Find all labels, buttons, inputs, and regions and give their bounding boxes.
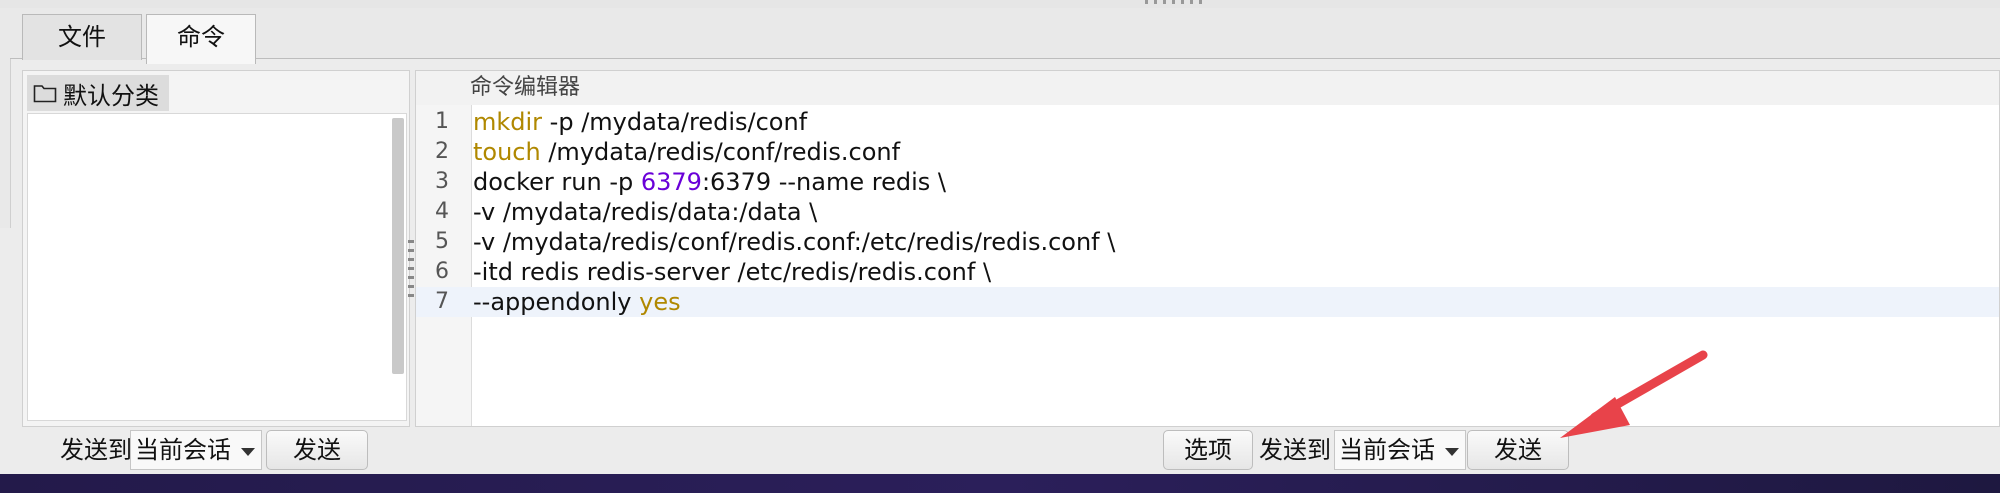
code-text: -v /mydata/redis/conf/redis.conf:/etc/re… bbox=[473, 227, 1115, 257]
text-token: /mydata/redis/conf/redis.conf bbox=[540, 138, 901, 166]
desktop-background bbox=[0, 474, 2000, 493]
code-line[interactable]: 5 -v /mydata/redis/conf/redis.conf:/etc/r… bbox=[416, 227, 1999, 257]
line-number: 2 bbox=[435, 139, 449, 164]
line-number: 3 bbox=[435, 169, 449, 194]
left-target-value: 当前会话 bbox=[135, 436, 231, 464]
chevron-down-icon bbox=[1445, 448, 1459, 456]
keyword-token: touch bbox=[473, 138, 541, 166]
line-number: 5 bbox=[435, 229, 449, 254]
window-top-strip bbox=[0, 0, 2000, 8]
number-token: 6379 bbox=[640, 168, 702, 196]
category-scrollbar[interactable] bbox=[392, 118, 404, 374]
code-line[interactable]: 1 mkdir -p /mydata/redis/conf bbox=[416, 107, 1999, 137]
code-text: touch /mydata/redis/conf/redis.conf bbox=[473, 137, 900, 167]
right-send-to-label: 发送到 bbox=[1259, 436, 1331, 464]
line-number: 7 bbox=[435, 289, 449, 314]
left-target-select[interactable]: 当前会话 bbox=[130, 430, 262, 470]
resize-grip[interactable] bbox=[1145, 0, 1205, 4]
text-token: :6379 --name redis \ bbox=[701, 168, 946, 196]
category-default[interactable]: 默认分类 bbox=[27, 75, 169, 111]
tab-bar: 文件 命令 bbox=[10, 8, 2000, 64]
chevron-down-icon bbox=[241, 448, 255, 456]
text-token: -v /mydata/redis/conf/redis.conf:/etc/re… bbox=[473, 228, 1116, 256]
code-line[interactable]: 7 --appendonly yes bbox=[416, 287, 1999, 317]
right-send-button[interactable]: 发送 bbox=[1467, 430, 1569, 470]
left-send-to-label: 发送到 bbox=[60, 436, 132, 464]
code-text: -itd redis redis-server /etc/redis/redis… bbox=[473, 257, 991, 287]
code-text: mkdir -p /mydata/redis/conf bbox=[473, 107, 807, 137]
code-area[interactable]: 1 mkdir -p /mydata/redis/conf 2 touch /myda… bbox=[416, 107, 1999, 317]
category-list[interactable] bbox=[27, 113, 407, 421]
text-token: docker run -p bbox=[473, 168, 641, 196]
category-panel: 默认分类 bbox=[22, 70, 410, 427]
code-line[interactable]: 4 -v /mydata/redis/data:/data \ bbox=[416, 197, 1999, 227]
right-target-value: 当前会话 bbox=[1339, 436, 1435, 464]
editor-title: 命令编辑器 bbox=[416, 71, 1999, 105]
code-text: -v /mydata/redis/data:/data \ bbox=[473, 197, 817, 227]
line-number: 1 bbox=[435, 109, 449, 134]
code-line[interactable]: 6 -itd redis redis-server /etc/redis/redi… bbox=[416, 257, 1999, 287]
right-target-select[interactable]: 当前会话 bbox=[1334, 430, 1466, 470]
panel-splitter[interactable] bbox=[408, 240, 414, 300]
options-button[interactable]: 选项 bbox=[1163, 430, 1253, 470]
code-text: --appendonly yes bbox=[473, 287, 681, 317]
tab-commands[interactable]: 命令 bbox=[146, 14, 256, 64]
folder-icon bbox=[33, 85, 57, 103]
text-token: -p /mydata/redis/conf bbox=[542, 108, 808, 136]
bottom-bar: 发送到 当前会话 发送 选项 发送到 当前会话 发送 bbox=[0, 428, 2000, 474]
text-token: -itd redis redis-server /etc/redis/redis… bbox=[473, 258, 992, 286]
command-editor[interactable]: 命令编辑器 1 mkdir -p /mydata/redis/conf 2 touch… bbox=[415, 70, 2000, 427]
category-label: 默认分类 bbox=[63, 81, 159, 110]
line-number: 6 bbox=[435, 259, 449, 284]
code-line[interactable]: 3 docker run -p 6379:6379 --name redis \ bbox=[416, 167, 1999, 197]
tab-files[interactable]: 文件 bbox=[22, 14, 142, 60]
code-text: docker run -p 6379:6379 --name redis \ bbox=[473, 167, 946, 197]
text-token: --appendonly bbox=[473, 288, 640, 316]
line-number: 4 bbox=[435, 199, 449, 224]
text-token: -v /mydata/redis/data:/data \ bbox=[473, 198, 818, 226]
left-send-button[interactable]: 发送 bbox=[266, 430, 368, 470]
keyword-token: mkdir bbox=[473, 108, 543, 136]
keyword-token: yes bbox=[639, 288, 681, 316]
code-line[interactable]: 2 touch /mydata/redis/conf/redis.conf bbox=[416, 137, 1999, 167]
